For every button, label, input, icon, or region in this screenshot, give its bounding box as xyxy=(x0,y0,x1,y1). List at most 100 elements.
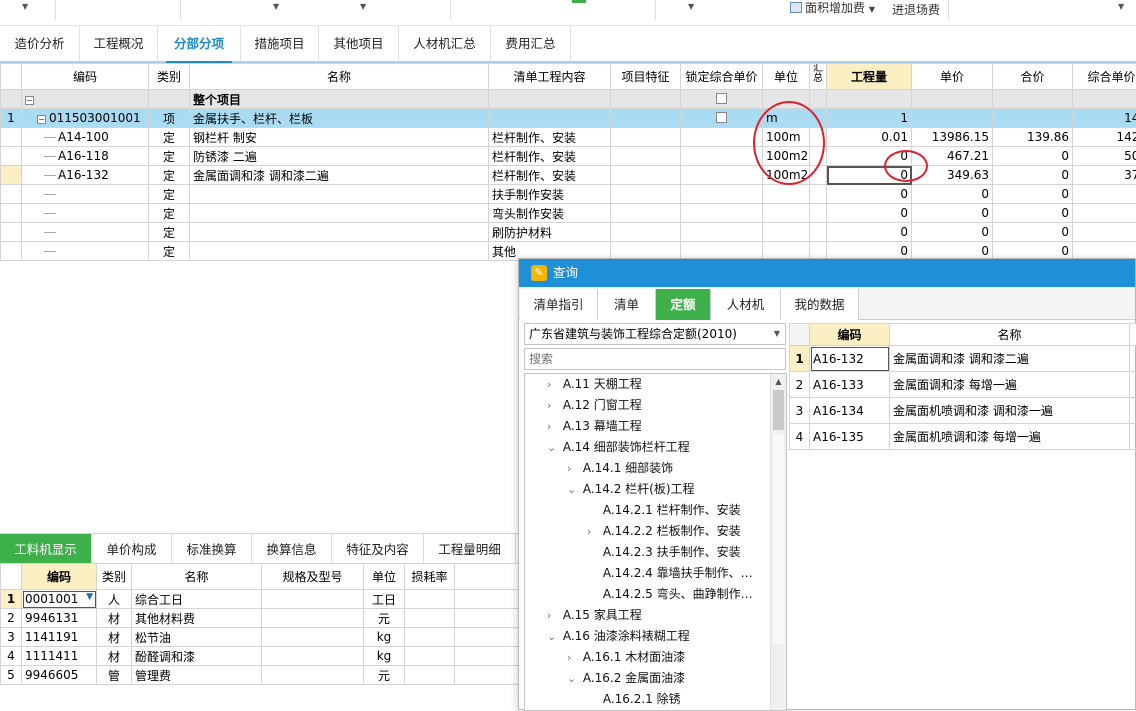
cell-lock-price[interactable] xyxy=(681,223,763,242)
cell-code[interactable] xyxy=(22,185,149,204)
chevron-down-icon[interactable]: ▼ xyxy=(774,324,780,344)
tab-fee-summary[interactable]: 费用汇总 xyxy=(491,26,571,61)
column-header-name[interactable]: 名称 xyxy=(890,324,1130,346)
cell-quantity[interactable]: 0 xyxy=(827,223,912,242)
cell-name[interactable] xyxy=(190,185,489,204)
column-header-name[interactable]: 名称 xyxy=(190,64,489,90)
cell-code[interactable]: A16-118 xyxy=(22,147,149,166)
cell-type[interactable]: 定 xyxy=(149,185,190,204)
cell-lock-price[interactable] xyxy=(681,90,763,109)
column-header-name[interactable]: 名称 xyxy=(132,564,262,590)
tab-features-content[interactable]: 特征及内容 xyxy=(332,534,424,564)
column-header-content[interactable]: 清单工程内容 xyxy=(489,64,611,90)
column-header-extra[interactable] xyxy=(1130,324,1136,346)
table-row[interactable]: 2 9946131 材 其他材料费 元 xyxy=(1,609,526,628)
cell-feature[interactable] xyxy=(611,109,681,128)
tab-resources[interactable]: 人材机 xyxy=(711,289,781,320)
tab-measures[interactable]: 措施项目 xyxy=(241,26,319,61)
cell-composite[interactable] xyxy=(1073,90,1136,109)
cell-code[interactable]: A16-135 xyxy=(810,424,890,450)
tab-cost-analysis[interactable]: 造价分析 xyxy=(0,26,80,61)
cell-code[interactable]: 9946131 xyxy=(22,609,97,628)
cell-unit-price[interactable]: 0 xyxy=(912,223,993,242)
tree-node[interactable]: › A.12 门窗工程 xyxy=(547,395,642,416)
cell-lock-price[interactable] xyxy=(681,166,763,185)
cell-total[interactable]: 139.86 xyxy=(993,128,1073,147)
collapse-icon[interactable]: − xyxy=(37,115,46,124)
scrollbar-thumb[interactable] xyxy=(773,390,784,430)
cell-loss[interactable] xyxy=(405,666,455,685)
chevron-down-icon[interactable]: ⌄ xyxy=(547,437,559,458)
cell-lock-price[interactable] xyxy=(681,185,763,204)
tab-my-data[interactable]: 我的数据 xyxy=(781,289,859,320)
tab-quota[interactable]: 定额 xyxy=(656,289,711,320)
chevron-down-icon[interactable]: ⌄ xyxy=(547,626,559,647)
cell-type[interactable]: 管 xyxy=(97,666,132,685)
cell-extra[interactable] xyxy=(455,609,526,628)
cell-name[interactable]: 松节油 xyxy=(132,628,262,647)
cell-code[interactable] xyxy=(22,223,149,242)
cell-feature[interactable] xyxy=(611,166,681,185)
cell-content[interactable]: 弯头制作安装 xyxy=(489,204,611,223)
cell-content[interactable]: 栏杆制作、安装 xyxy=(489,166,611,185)
cell-feature[interactable] xyxy=(611,147,681,166)
chevron-down-icon[interactable]: ▼ xyxy=(273,2,279,11)
cell-spec[interactable] xyxy=(262,609,364,628)
tree-node[interactable]: › A.13 幕墙工程 xyxy=(547,416,642,437)
cell-total[interactable] xyxy=(993,90,1073,109)
cell-unit-price[interactable] xyxy=(912,109,993,128)
chevron-right-icon[interactable]: › xyxy=(547,416,559,437)
column-header-unit[interactable]: 单位 xyxy=(364,564,405,590)
cell-name[interactable]: 金属面机喷调和漆 每增一遍 xyxy=(890,424,1130,450)
cell-total[interactable] xyxy=(993,109,1073,128)
cell-total[interactable]: 0 xyxy=(993,204,1073,223)
tree-node[interactable]: A.14.2.3 扶手制作、安装 xyxy=(587,542,741,563)
cell-name[interactable]: 金属扶手、栏杆、栏板 xyxy=(190,109,489,128)
cell-spec[interactable] xyxy=(262,666,364,685)
table-row[interactable]: A14-100 定 钢栏杆 制安 栏杆制作、安装 100m 0.01 13986… xyxy=(1,128,1136,147)
cell-quantity[interactable]: 1 xyxy=(827,109,912,128)
cell-quantity[interactable] xyxy=(827,90,912,109)
tree-node[interactable]: › A.15 家具工程 xyxy=(547,605,642,626)
tree-node[interactable]: ⌄ A.16.2 金属面油漆 xyxy=(567,668,685,689)
tree-node[interactable]: A.14.2.5 弯头、曲踭制作… xyxy=(587,584,753,605)
table-row[interactable]: 1 −011503001001 项 金属扶手、栏杆、栏板 m 1 142 xyxy=(1,109,1136,128)
cell-composite[interactable] xyxy=(1073,185,1136,204)
column-header-unit-price[interactable]: 单价 xyxy=(912,64,993,90)
column-header-summary[interactable]: 汇总 xyxy=(810,64,827,90)
table-row[interactable]: 5 9946605 管 管理费 元 xyxy=(1,666,526,685)
cell-name[interactable]: 其他材料费 xyxy=(132,609,262,628)
tab-standard-conversion[interactable]: 标准换算 xyxy=(172,534,252,564)
cell-name[interactable]: 防锈漆 二遍 xyxy=(190,147,489,166)
cell-spec[interactable] xyxy=(262,647,364,666)
cell-type[interactable]: 定 xyxy=(149,242,190,261)
tab-price-composition[interactable]: 单价构成 xyxy=(92,534,172,564)
lock-price-checkbox[interactable] xyxy=(716,93,727,104)
chevron-down-icon[interactable]: ▼ xyxy=(869,5,875,14)
cell-code[interactable]: A16-132 xyxy=(22,166,149,185)
cell-content[interactable] xyxy=(489,109,611,128)
table-row[interactable]: 3 1141191 材 松节油 kg xyxy=(1,628,526,647)
cell-name[interactable]: 整个项目 xyxy=(190,90,489,109)
cell-type[interactable]: 定 xyxy=(149,223,190,242)
chevron-down-icon[interactable]: ▼ xyxy=(22,2,28,11)
cell-total[interactable]: 0 xyxy=(993,147,1073,166)
cell-unit[interactable]: kg xyxy=(364,647,405,666)
cell-type[interactable]: 材 xyxy=(97,647,132,666)
tree-node[interactable]: › A.16.1 木材面油漆 xyxy=(567,647,685,668)
cell-spec[interactable] xyxy=(262,590,364,609)
cell-code[interactable]: A16-133 xyxy=(810,372,890,398)
chevron-down-icon[interactable]: ▼ xyxy=(360,2,366,11)
tab-bill-guide[interactable]: 清单指引 xyxy=(520,289,598,320)
cell-type[interactable]: 项 xyxy=(149,109,190,128)
cell-composite[interactable] xyxy=(1073,204,1136,223)
cell-type[interactable]: 材 xyxy=(97,628,132,647)
column-header-loss[interactable]: 损耗率 xyxy=(405,564,455,590)
tab-project-overview[interactable]: 工程概况 xyxy=(80,26,158,61)
column-header-total[interactable]: 合价 xyxy=(993,64,1073,90)
cell-code[interactable]: 1141191 xyxy=(22,628,97,647)
column-header-code[interactable]: 编码 xyxy=(810,324,890,346)
tree-node[interactable]: › A.14.2.2 栏板制作、安装 xyxy=(587,521,741,542)
chevron-right-icon[interactable]: › xyxy=(587,521,599,542)
chevron-down-icon[interactable]: ▼ xyxy=(688,2,694,11)
